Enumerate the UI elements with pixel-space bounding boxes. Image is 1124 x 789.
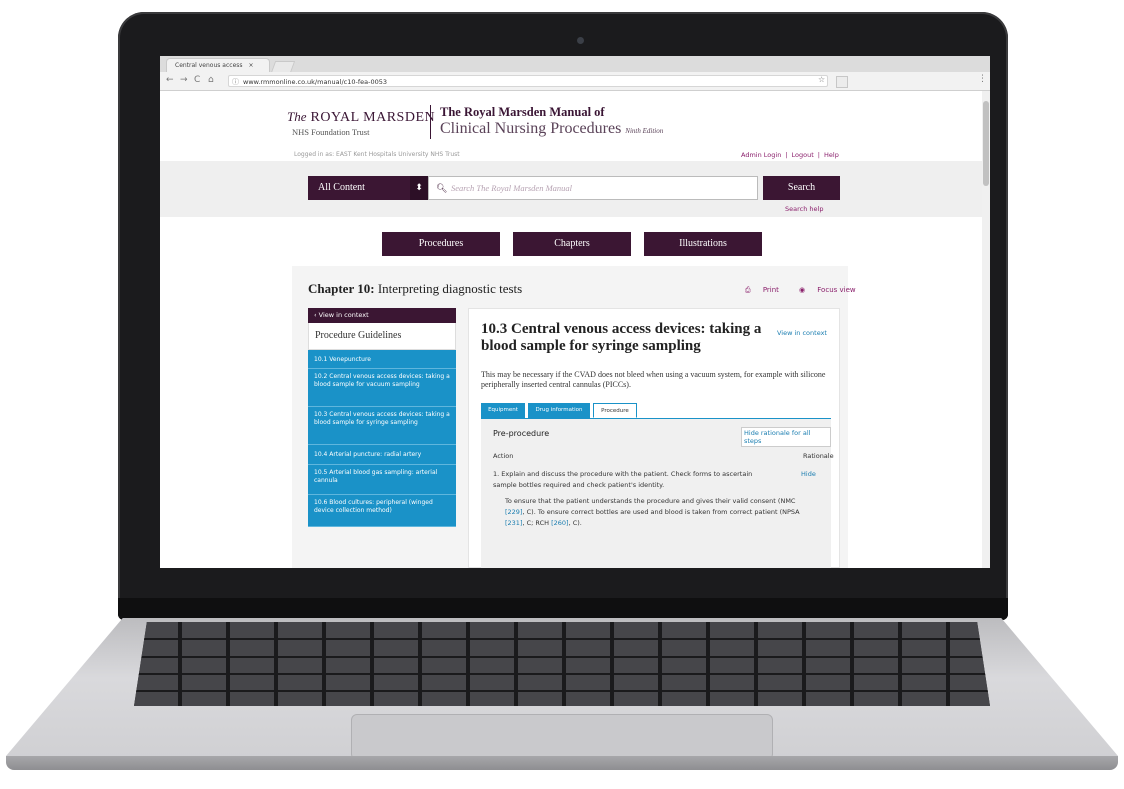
webcam: [577, 37, 584, 44]
article-tabs: Equipment Drug information Procedure: [481, 403, 831, 419]
laptop-front-edge: [6, 756, 1118, 770]
help-link[interactable]: Help: [824, 151, 839, 159]
reload-icon[interactable]: C: [194, 75, 200, 85]
rationale-column-header: Rationale: [803, 452, 834, 460]
logout-link[interactable]: Logout: [792, 151, 814, 159]
search-icon: 🔍︎: [436, 183, 448, 193]
action-column-header: Action: [493, 452, 514, 460]
tab-close-icon[interactable]: ×: [249, 62, 254, 69]
manual-title-line2: Clinical Nursing Procedures Ninth Edition: [440, 120, 664, 137]
search-button[interactable]: Search: [763, 176, 840, 200]
reference-link[interactable]: [231]: [505, 519, 522, 527]
royal-marsden-logo[interactable]: The ROYAL MARSDEN: [287, 108, 435, 126]
content-scope-select[interactable]: All Content: [308, 176, 426, 200]
edition-label: Ninth Edition: [625, 127, 664, 135]
procedure-panel: Pre-procedure Hide rationale for all ste…: [481, 419, 834, 568]
focus-view-link[interactable]: ◉ Focus view: [799, 286, 866, 294]
sidebar-title: Procedure Guidelines: [308, 323, 456, 350]
view-in-context-link[interactable]: ‹ View in context: [308, 308, 456, 323]
procedure-step: 1. Explain and discuss the procedure wit…: [493, 469, 823, 529]
manual-title-line1: The Royal Marsden Manual of: [440, 105, 605, 119]
article-title: 10.3 Central venous access devices: taki…: [481, 321, 762, 354]
step-rationale: To ensure that the patient understands t…: [505, 497, 800, 527]
sidebar-item-10-5[interactable]: 10.5 Arterial blood gas sampling: arteri…: [308, 465, 456, 495]
eye-icon: ◉: [798, 286, 808, 294]
search-input[interactable]: 🔍︎ Search The Royal Marsden Manual: [428, 176, 758, 200]
keyboard: [134, 622, 990, 706]
web-page: The ROYAL MARSDEN NHS Foundation Trust T…: [160, 91, 982, 568]
procedure-article: 10.3 Central venous access devices: taki…: [468, 308, 840, 568]
sidebar-item-10-3[interactable]: 10.3 Central venous access devices: taki…: [308, 407, 456, 445]
scroll-thumb[interactable]: [983, 101, 989, 186]
tab-drug-information[interactable]: Drug information: [528, 403, 590, 418]
tab-title: Central venous access: [175, 62, 243, 69]
laptop-base: [6, 618, 1118, 778]
chapter-heading: Chapter 10: Interpreting diagnostic test…: [308, 281, 523, 296]
browser-tab-bar: Central venous access ×: [160, 56, 990, 73]
extension-icon[interactable]: [836, 76, 848, 88]
hide-rationale-link[interactable]: Hide: [801, 469, 816, 480]
print-link[interactable]: ⎙ Print: [745, 286, 789, 294]
search-help-link[interactable]: Search help: [785, 205, 823, 213]
step-action: 1. Explain and discuss the procedure wit…: [493, 470, 753, 489]
print-icon: ⎙: [745, 286, 753, 294]
tab-procedure[interactable]: Procedure: [593, 403, 637, 418]
trackpad: [351, 714, 773, 760]
reference-link[interactable]: [260]: [551, 519, 568, 527]
procedures-button[interactable]: Procedures: [382, 232, 500, 256]
page-scrollbar[interactable]: [982, 91, 990, 568]
hide-rationale-all-button[interactable]: Hide rationale for all steps: [741, 427, 831, 447]
page-actions: ⎙ Print ◉ Focus view: [745, 286, 876, 295]
bookmark-star-icon[interactable]: ☆: [818, 75, 825, 84]
info-icon[interactable]: ⓘ: [232, 76, 239, 88]
home-icon[interactable]: ⌂: [208, 75, 214, 85]
back-icon[interactable]: ←: [166, 75, 174, 85]
article-view-in-context-link[interactable]: View in context: [777, 329, 827, 337]
illustrations-button[interactable]: Illustrations: [644, 232, 762, 256]
browser-menu-icon[interactable]: ⋮: [978, 74, 987, 84]
sidebar-item-10-1[interactable]: 10.1 Venepuncture: [308, 350, 456, 369]
account-links: Admin Login | Logout | Help: [741, 151, 839, 159]
address-bar[interactable]: ⓘ www.rmmonline.co.uk/manual/c10-fea-005…: [228, 75, 828, 87]
laptop-screen: Central venous access × ← → C ⌂ ⓘ www.rmm…: [160, 56, 990, 568]
pre-procedure-heading: Pre-procedure: [493, 429, 550, 438]
article-description: This may be necessary if the CVAD does n…: [481, 370, 826, 389]
search-band: All Content ⬍ 🔍︎ Search The Royal Marsde…: [160, 161, 982, 217]
chapters-button[interactable]: Chapters: [513, 232, 631, 256]
trust-name: NHS Foundation Trust: [292, 127, 370, 137]
reference-link[interactable]: [229]: [505, 508, 522, 516]
procedure-sidebar: ‹ View in context Procedure Guidelines 1…: [308, 308, 456, 568]
sidebar-item-10-4[interactable]: 10.4 Arterial puncture: radial artery: [308, 445, 456, 465]
admin-login-link[interactable]: Admin Login: [741, 151, 781, 159]
browser-toolbar: ← → C ⌂ ⓘ www.rmmonline.co.uk/manual/c10…: [160, 72, 990, 91]
select-arrows-icon[interactable]: ⬍: [410, 176, 428, 200]
screen-bezel-bottom: [118, 598, 1008, 620]
keyboard-keys: [134, 622, 990, 706]
browser-tab[interactable]: Central venous access ×: [166, 58, 270, 72]
tab-equipment[interactable]: Equipment: [481, 403, 525, 418]
sidebar-item-10-6[interactable]: 10.6 Blood cultures: peripheral (winged …: [308, 495, 456, 527]
sidebar-item-10-2[interactable]: 10.2 Central venous access devices: taki…: [308, 369, 456, 407]
logged-in-text: Logged in as: EAST Kent Hospitals Univer…: [294, 151, 460, 158]
header-divider: [430, 105, 431, 139]
forward-icon[interactable]: →: [180, 75, 188, 85]
url-text: www.rmmonline.co.uk/manual/c10-fea-0053: [243, 78, 387, 86]
